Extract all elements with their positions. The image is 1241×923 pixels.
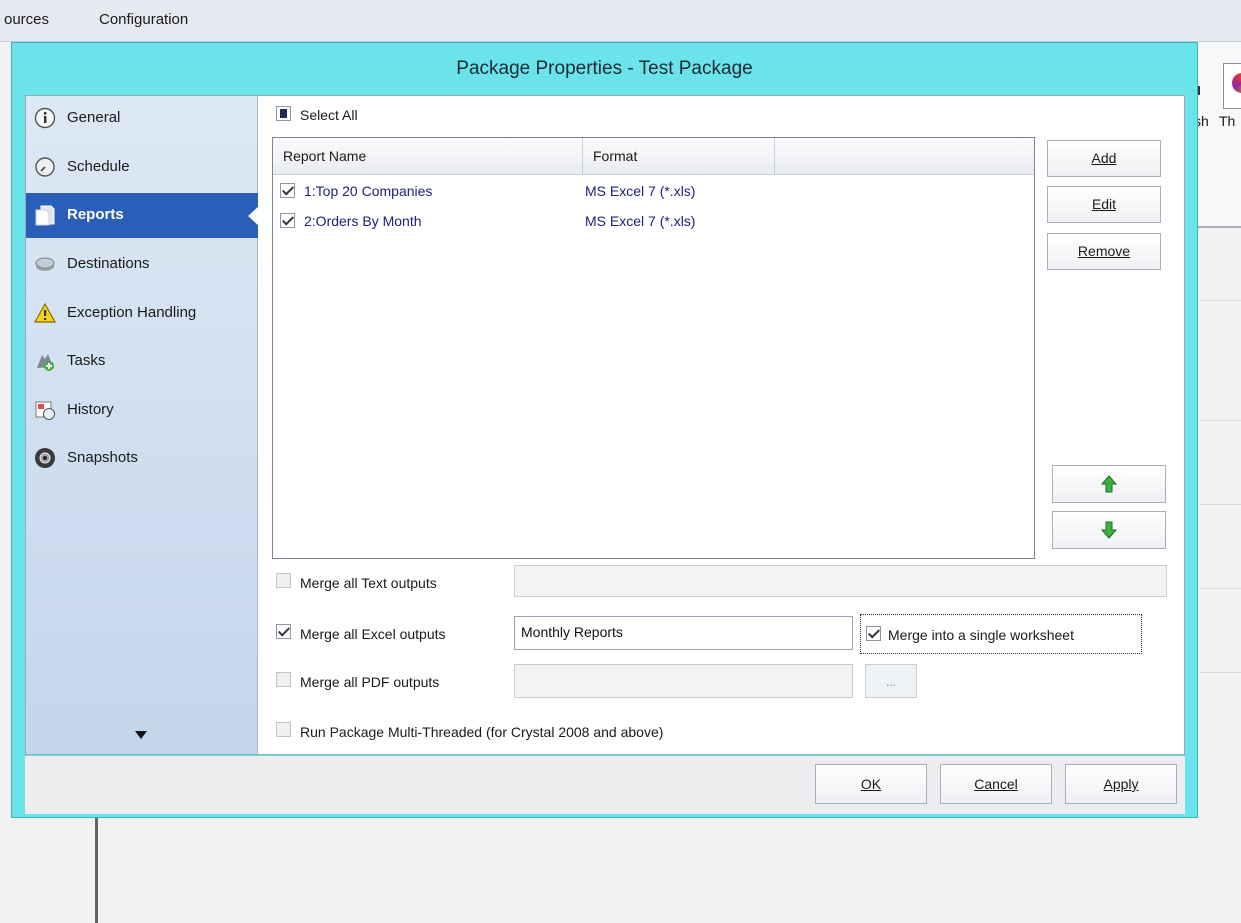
- ok-button[interactable]: OK: [815, 764, 927, 804]
- package-properties-dialog: Package Properties - Test Package Genera…: [11, 42, 1198, 818]
- single-worksheet-checkbox[interactable]: [866, 626, 881, 641]
- nav-label: Exception Handling: [67, 304, 197, 321]
- theme-ribbon-button[interactable]: [1223, 63, 1241, 109]
- column-header-format[interactable]: Format: [583, 138, 775, 175]
- bg-divider: [1200, 300, 1241, 301]
- bg-divider: [1200, 504, 1241, 505]
- report-format-cell: MS Excel 7 (*.xls): [585, 213, 696, 229]
- nav-panel: General Schedule Reports Destinations Ex…: [26, 96, 259, 754]
- list-header: Report Name Format: [273, 138, 1034, 175]
- ribbon-label-fragment: Th: [1219, 113, 1236, 129]
- row-checkbox[interactable]: [280, 183, 295, 198]
- nav-label: Destinations: [67, 255, 150, 272]
- destinations-icon: [35, 257, 55, 271]
- nav-label: History: [67, 401, 114, 418]
- add-button[interactable]: Add: [1047, 140, 1161, 177]
- table-row[interactable]: 1:Top 20 Companies MS Excel 7 (*.xls): [273, 176, 1034, 206]
- single-worksheet-label: Merge into a single worksheet: [888, 627, 1074, 643]
- active-pointer: [248, 206, 259, 226]
- nav-item-destinations[interactable]: Destinations: [26, 242, 258, 287]
- apply-button-label: Apply: [1103, 776, 1139, 792]
- dialog-title: Package Properties - Test Package: [456, 58, 753, 79]
- column-header-report-name[interactable]: Report Name: [273, 138, 583, 175]
- remove-button[interactable]: Remove: [1047, 233, 1161, 270]
- edit-button[interactable]: Edit: [1047, 186, 1161, 223]
- menu-sources[interactable]: ources: [4, 11, 49, 28]
- nav-label: Reports: [67, 206, 124, 223]
- merge-text-checkbox[interactable]: [276, 573, 291, 588]
- multi-threaded-checkbox[interactable]: [276, 722, 291, 737]
- nav-item-tasks[interactable]: Tasks: [26, 339, 258, 384]
- info-icon: [34, 107, 56, 129]
- report-list[interactable]: Report Name Format 1:Top 20 Companies MS…: [272, 137, 1035, 559]
- merge-pdf-filename-field[interactable]: [514, 664, 853, 698]
- merge-excel-checkbox[interactable]: [276, 624, 291, 639]
- merge-pdf-checkbox[interactable]: [276, 672, 291, 687]
- single-worksheet-option[interactable]: Merge into a single worksheet: [860, 614, 1142, 654]
- merge-pdf-label: Merge all PDF outputs: [300, 674, 440, 690]
- browse-pdf-button-label: ...: [885, 675, 896, 689]
- cancel-button-label: Cancel: [974, 776, 1018, 792]
- warning-icon: [34, 302, 56, 323]
- report-format-cell: MS Excel 7 (*.xls): [585, 183, 696, 199]
- dialog-footer: OK Cancel Apply: [25, 756, 1185, 814]
- multi-threaded-label: Run Package Multi-Threaded (for Crystal …: [300, 724, 664, 740]
- ok-button-label: OK: [860, 776, 882, 792]
- merge-excel-filename-field[interactable]: Monthly Reports: [514, 616, 853, 650]
- scroll-down-icon[interactable]: [134, 730, 148, 740]
- report-name-cell: 2:Orders By Month: [304, 213, 422, 229]
- merge-text-filename-field[interactable]: [514, 565, 1167, 597]
- edit-button-label: Edit: [1091, 196, 1117, 212]
- table-row[interactable]: 2:Orders By Month MS Excel 7 (*.xls): [273, 206, 1034, 236]
- add-button-label: Add: [1091, 150, 1117, 166]
- history-icon: [35, 401, 55, 420]
- cancel-button[interactable]: Cancel: [940, 764, 1052, 804]
- menu-configuration[interactable]: Configuration: [99, 11, 188, 28]
- arrow-down-icon: [1100, 521, 1118, 539]
- apply-button[interactable]: Apply: [1065, 764, 1177, 804]
- tasks-icon: [37, 354, 54, 371]
- report-name-cell: 1:Top 20 Companies: [304, 183, 433, 199]
- merge-text-label: Merge all Text outputs: [300, 575, 437, 591]
- remove-button-label: Remove: [1077, 243, 1131, 259]
- reports-icon: [35, 205, 55, 226]
- clock-icon: [35, 157, 55, 177]
- move-down-button[interactable]: [1052, 511, 1166, 549]
- nav-label: Tasks: [67, 352, 106, 369]
- nav-item-exception-handling[interactable]: Exception Handling: [26, 291, 258, 336]
- nav-label: Schedule: [67, 158, 130, 175]
- move-up-button[interactable]: [1052, 465, 1166, 503]
- merge-excel-label: Merge all Excel outputs: [300, 626, 446, 642]
- arrow-up-icon: [1100, 475, 1118, 493]
- app-menubar: ources Configuration: [0, 0, 1241, 42]
- bg-divider: [1200, 672, 1241, 673]
- dialog-body: General Schedule Reports Destinations Ex…: [25, 95, 1185, 755]
- camera-icon: [35, 448, 55, 468]
- color-wheel-icon: [1232, 73, 1241, 93]
- nav-item-general[interactable]: General: [26, 96, 258, 141]
- bg-splitter: [95, 818, 98, 923]
- bg-divider: [1200, 588, 1241, 589]
- nav-item-history[interactable]: History: [26, 388, 258, 433]
- row-checkbox[interactable]: [280, 213, 295, 228]
- browse-pdf-button[interactable]: ...: [865, 664, 917, 698]
- nav-label: General: [67, 109, 121, 126]
- select-all-checkbox[interactable]: [276, 106, 291, 121]
- nav-item-snapshots[interactable]: Snapshots: [26, 436, 258, 481]
- select-all-label: Select All: [300, 107, 358, 123]
- nav-label: Snapshots: [67, 449, 138, 466]
- nav-item-schedule[interactable]: Schedule: [26, 145, 258, 190]
- bg-divider: [1200, 420, 1241, 421]
- nav-item-reports[interactable]: Reports: [26, 193, 259, 238]
